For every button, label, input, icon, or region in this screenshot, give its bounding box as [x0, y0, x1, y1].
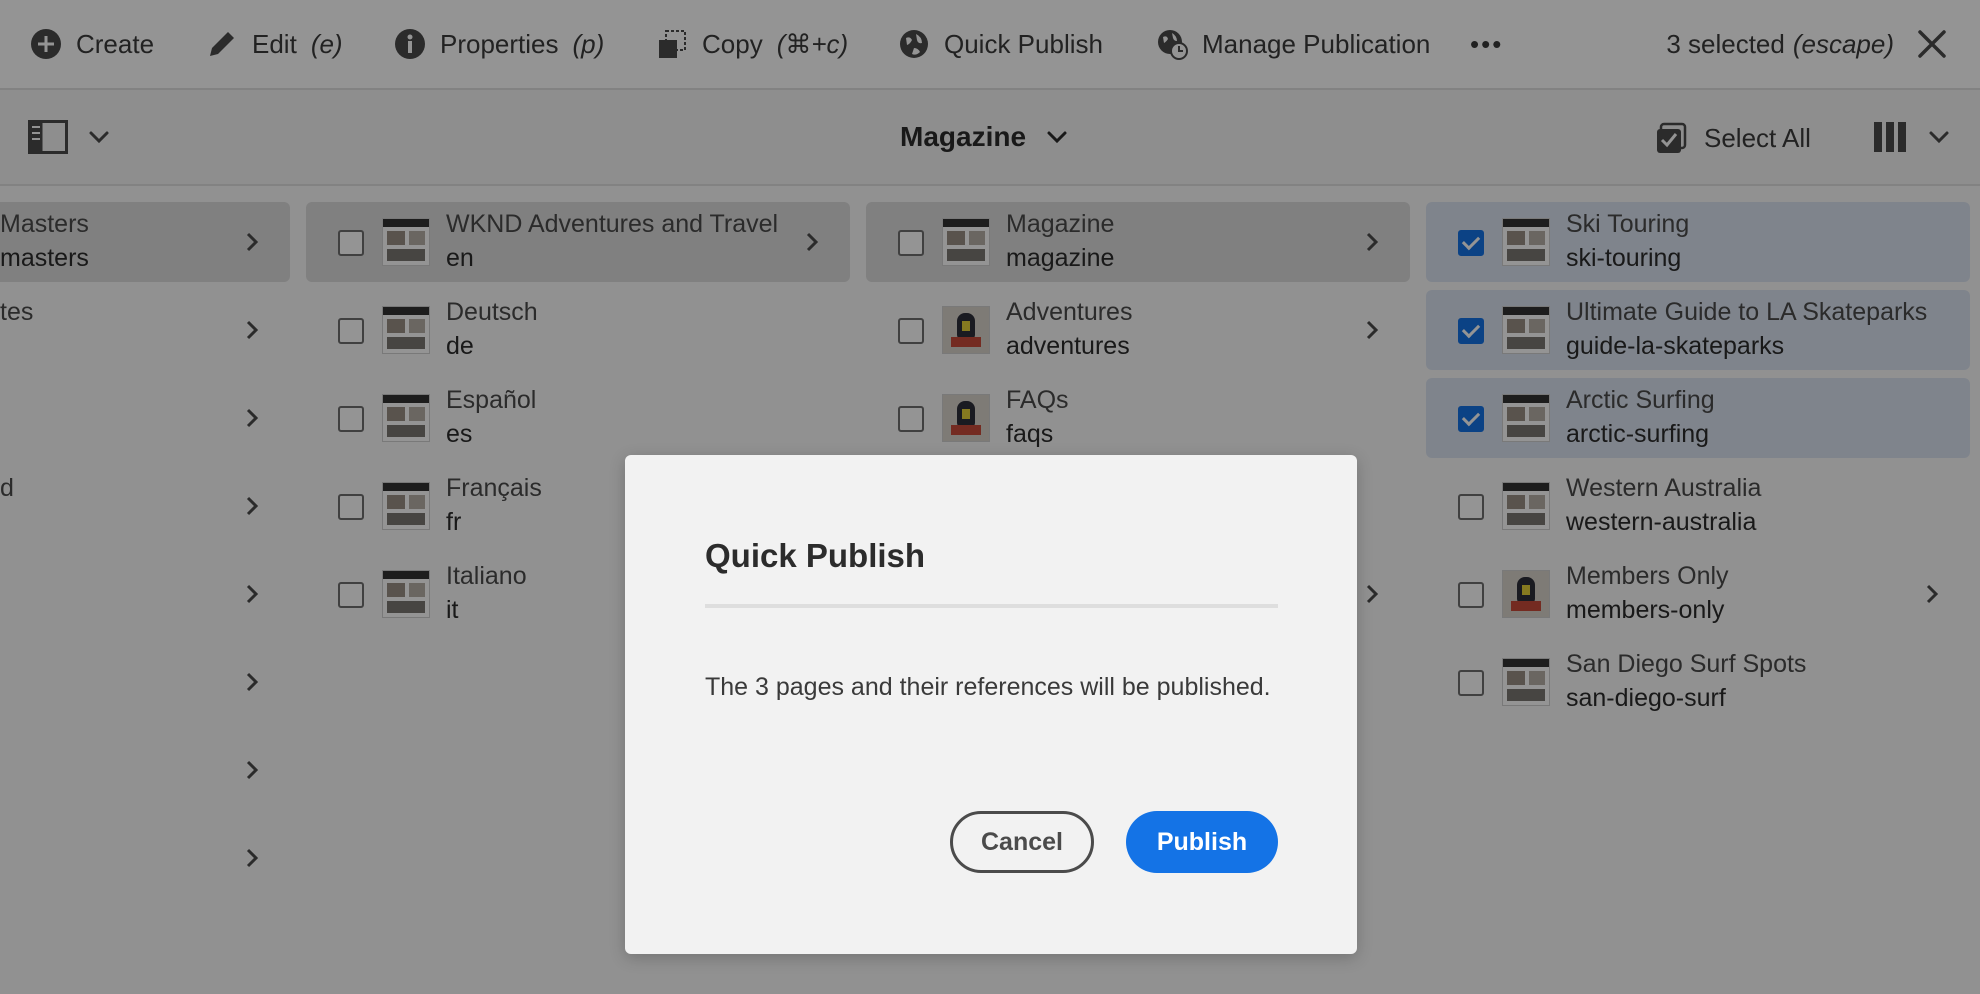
publish-button[interactable]: Publish: [1126, 811, 1278, 873]
dialog-message: The 3 pages and their references will be…: [705, 673, 1271, 701]
cancel-button[interactable]: Cancel: [950, 811, 1094, 873]
dialog-divider: [705, 604, 1278, 608]
quick-publish-dialog: Quick Publish The 3 pages and their refe…: [625, 455, 1357, 954]
dialog-title: Quick Publish: [705, 537, 926, 574]
